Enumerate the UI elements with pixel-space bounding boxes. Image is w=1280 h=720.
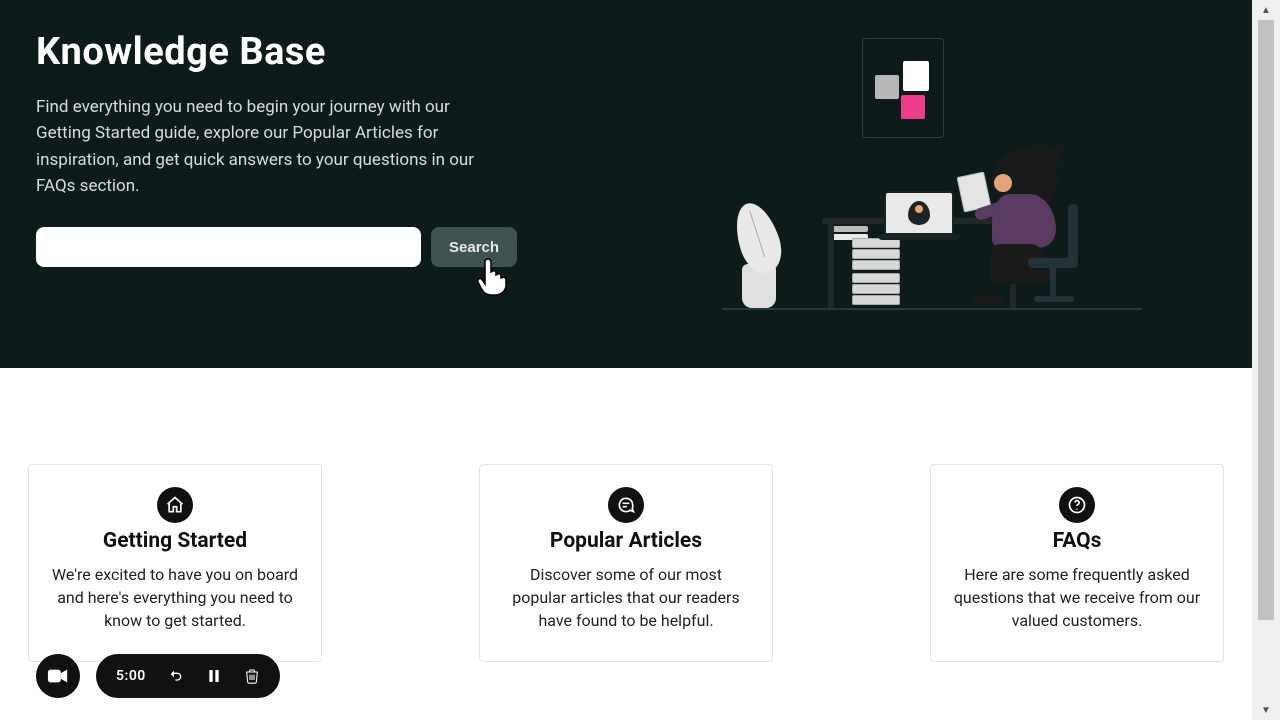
vertical-scrollbar[interactable] <box>1252 0 1280 720</box>
trash-icon <box>244 668 260 684</box>
recording-controls: 5:00 <box>96 654 280 698</box>
card-title: Popular Articles <box>502 529 750 553</box>
search-button[interactable]: Search <box>431 227 517 267</box>
home-icon <box>157 487 193 523</box>
hero-illustration <box>742 30 1142 330</box>
illustration-floating-panel <box>862 38 944 138</box>
scroll-up-button[interactable] <box>1252 0 1280 20</box>
card-title: Getting Started <box>51 529 299 553</box>
camera-button[interactable] <box>36 654 80 698</box>
question-icon <box>1059 487 1095 523</box>
chat-icon <box>608 487 644 523</box>
illustration-book-stacks <box>852 238 900 308</box>
scrollbar-track[interactable] <box>1252 20 1280 700</box>
card-getting-started[interactable]: Getting Started We're excited to have yo… <box>28 464 322 662</box>
delete-button[interactable] <box>244 668 260 684</box>
scrollbar-thumb[interactable] <box>1258 20 1274 620</box>
card-title: FAQs <box>953 529 1201 553</box>
card-body: We're excited to have you on board and h… <box>51 563 299 633</box>
card-popular-articles[interactable]: Popular Articles Discover some of our mo… <box>479 464 773 662</box>
card-faqs[interactable]: FAQs Here are some frequently asked ques… <box>930 464 1224 662</box>
video-camera-icon <box>47 668 69 684</box>
page-viewport: Knowledge Base Find everything you need … <box>0 0 1252 720</box>
recording-time: 5:00 <box>116 668 146 684</box>
pause-button[interactable] <box>206 668 222 684</box>
recording-toolbar: 5:00 <box>36 654 280 698</box>
undo-button[interactable] <box>168 668 184 684</box>
card-body: Discover some of our most popular articl… <box>502 563 750 633</box>
hero-section: Knowledge Base Find everything you need … <box>0 0 1252 368</box>
pause-icon <box>206 668 222 684</box>
illustration-person <box>972 148 1092 308</box>
illustration-plant <box>742 264 776 308</box>
hero-description: Find everything you need to begin your j… <box>36 94 496 199</box>
undo-icon <box>168 668 184 684</box>
card-body: Here are some frequently asked questions… <box>953 563 1201 633</box>
search-input[interactable] <box>36 227 421 267</box>
scroll-down-button[interactable] <box>1252 700 1280 720</box>
cards-row: Getting Started We're excited to have yo… <box>28 464 1224 662</box>
illustration-laptop <box>884 191 960 240</box>
